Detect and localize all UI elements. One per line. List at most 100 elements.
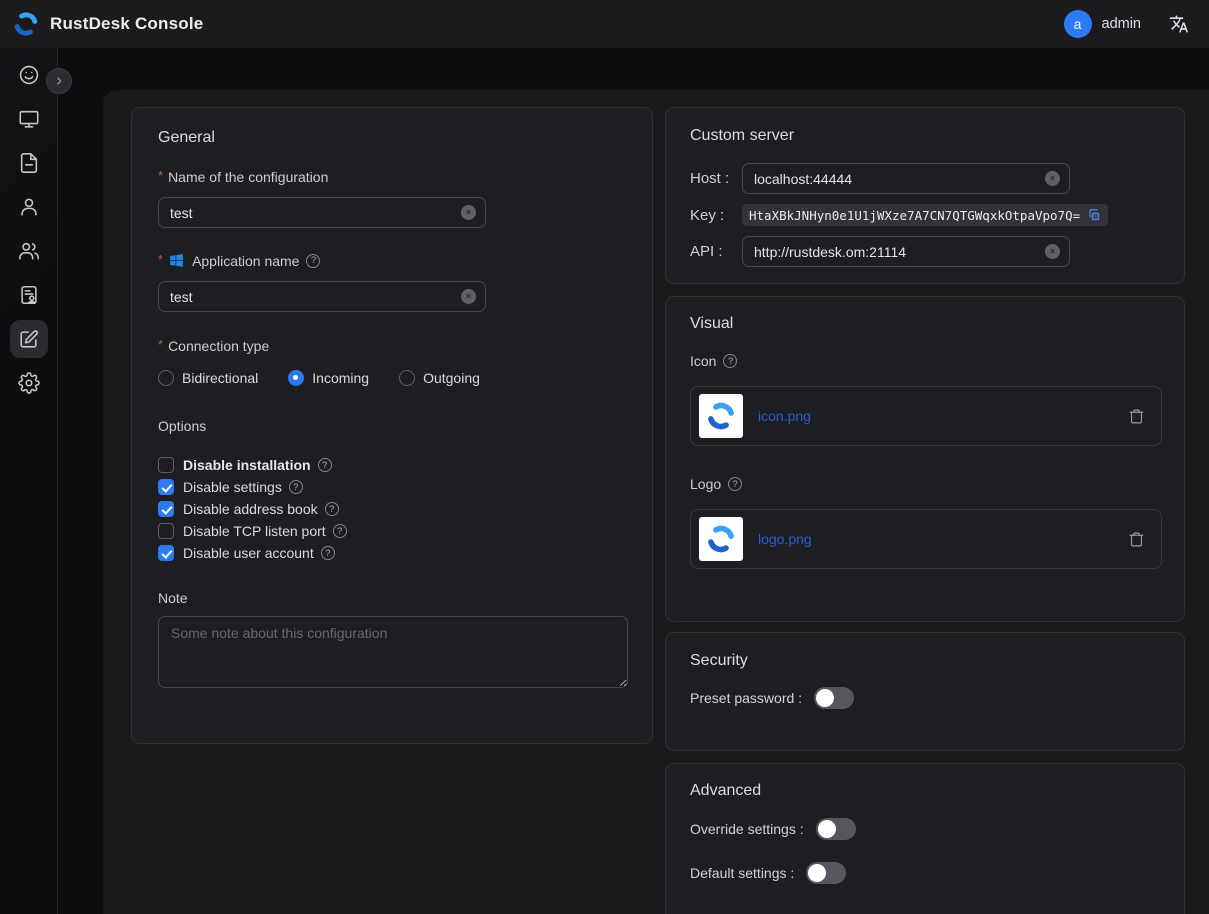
sidebar-item-address-books[interactable] bbox=[10, 276, 48, 314]
radio-incoming[interactable]: Incoming bbox=[288, 370, 369, 386]
help-icon[interactable]: ? bbox=[289, 480, 303, 494]
host-input[interactable]: ✕ bbox=[742, 163, 1070, 194]
api-field[interactable] bbox=[754, 244, 1045, 260]
clear-icon[interactable]: ✕ bbox=[1045, 171, 1060, 186]
help-icon[interactable]: ? bbox=[728, 477, 742, 491]
help-icon[interactable]: ? bbox=[333, 524, 347, 538]
sidebar-item-logs[interactable] bbox=[10, 144, 48, 182]
sidebar-item-settings[interactable] bbox=[10, 364, 48, 402]
checkbox-disable-installation[interactable]: Disable installation ? bbox=[158, 454, 626, 476]
default-settings-label: Default settings : bbox=[690, 865, 794, 881]
brand: RustDesk Console bbox=[12, 10, 203, 38]
chevron-right-icon bbox=[52, 74, 66, 88]
radio-icon[interactable] bbox=[288, 370, 304, 386]
sidebar-item-dashboard[interactable] bbox=[10, 56, 48, 94]
logo-file-link[interactable]: logo.png bbox=[758, 531, 812, 547]
security-title: Security bbox=[690, 652, 1160, 670]
translate-icon bbox=[1169, 14, 1189, 34]
sidebar bbox=[0, 48, 58, 914]
edit-icon bbox=[18, 328, 40, 350]
logo-label: Logo ? bbox=[690, 476, 1160, 492]
advanced-card: Advanced Override settings : Default set… bbox=[665, 763, 1185, 914]
rustdesk-logo-icon bbox=[705, 400, 737, 432]
icon-file-row: icon.png bbox=[690, 386, 1162, 446]
translate-button[interactable] bbox=[1169, 14, 1189, 34]
user-avatar[interactable]: a bbox=[1064, 10, 1092, 38]
clear-icon[interactable]: ✕ bbox=[461, 289, 476, 304]
sidebar-item-devices[interactable] bbox=[10, 100, 48, 138]
checkbox-icon[interactable] bbox=[158, 501, 174, 517]
top-navbar: RustDesk Console a admin bbox=[0, 0, 1209, 48]
custom-server-card: Custom server Host : ✕ Key : HtaXBkJNHyn… bbox=[665, 107, 1185, 284]
note-textarea[interactable] bbox=[158, 616, 628, 688]
monitor-icon bbox=[18, 108, 40, 130]
api-label: API : bbox=[690, 243, 742, 260]
trash-icon bbox=[1128, 531, 1145, 548]
note-label: Note bbox=[158, 590, 626, 606]
sidebar-expand-button[interactable] bbox=[46, 68, 72, 94]
audit-doc-icon bbox=[18, 284, 40, 306]
clear-icon[interactable]: ✕ bbox=[461, 205, 476, 220]
preset-password-toggle[interactable] bbox=[814, 687, 854, 709]
app-name-label: * Application name ? bbox=[158, 252, 626, 269]
radio-icon[interactable] bbox=[399, 370, 415, 386]
checkbox-disable-address-book[interactable]: Disable address book ? bbox=[158, 498, 626, 520]
server-key-chip: HtaXBkJNHyn0e1U1jWXze7A7CN7QTGWqxkOtpaVp… bbox=[742, 204, 1108, 226]
username[interactable]: admin bbox=[1102, 16, 1142, 32]
help-icon[interactable]: ? bbox=[723, 354, 737, 368]
checkbox-disable-tcp-listen-port[interactable]: Disable TCP listen port ? bbox=[158, 520, 626, 542]
radio-icon[interactable] bbox=[158, 370, 174, 386]
config-name-field[interactable] bbox=[170, 205, 461, 221]
help-icon[interactable]: ? bbox=[325, 502, 339, 516]
radio-bidirectional[interactable]: Bidirectional bbox=[158, 370, 258, 386]
icon-preview bbox=[699, 394, 743, 438]
sidebar-item-groups[interactable] bbox=[10, 232, 48, 270]
help-icon[interactable]: ? bbox=[321, 546, 335, 560]
icon-label: Icon ? bbox=[690, 353, 1160, 369]
help-icon[interactable]: ? bbox=[306, 254, 320, 268]
general-card: General * Name of the configuration ✕ * … bbox=[131, 107, 653, 744]
rustdesk-logo-icon bbox=[705, 523, 737, 555]
app-name-input[interactable]: ✕ bbox=[158, 281, 486, 312]
advanced-title: Advanced bbox=[690, 782, 1160, 800]
api-input[interactable]: ✕ bbox=[742, 236, 1070, 267]
delete-icon-button[interactable] bbox=[1128, 408, 1145, 425]
server-key-value: HtaXBkJNHyn0e1U1jWXze7A7CN7QTGWqxkOtpaVp… bbox=[749, 208, 1080, 223]
smile-icon bbox=[18, 64, 40, 86]
checkbox-icon[interactable] bbox=[158, 479, 174, 495]
visual-title: Visual bbox=[690, 315, 1160, 333]
host-field[interactable] bbox=[754, 171, 1045, 187]
visual-card: Visual Icon ? icon.png Logo ? bbox=[665, 296, 1185, 622]
file-text-icon bbox=[18, 152, 40, 174]
rustdesk-logo-icon bbox=[12, 10, 40, 38]
copy-icon bbox=[1087, 208, 1101, 222]
icon-file-link[interactable]: icon.png bbox=[758, 408, 811, 424]
windows-icon bbox=[168, 252, 185, 269]
config-name-input[interactable]: ✕ bbox=[158, 197, 486, 228]
app-name-field[interactable] bbox=[170, 289, 461, 305]
help-icon[interactable]: ? bbox=[318, 458, 332, 472]
logo-preview bbox=[699, 517, 743, 561]
override-settings-toggle[interactable] bbox=[816, 818, 856, 840]
connection-type-group: Bidirectional Incoming Outgoing bbox=[158, 370, 626, 386]
radio-outgoing[interactable]: Outgoing bbox=[399, 370, 480, 386]
content-panel: General * Name of the configuration ✕ * … bbox=[103, 90, 1209, 914]
checkbox-disable-user-account[interactable]: Disable user account ? bbox=[158, 542, 626, 564]
trash-icon bbox=[1128, 408, 1145, 425]
delete-logo-button[interactable] bbox=[1128, 531, 1145, 548]
checkbox-icon[interactable] bbox=[158, 545, 174, 561]
sidebar-item-users[interactable] bbox=[10, 188, 48, 226]
config-name-label: * Name of the configuration bbox=[158, 169, 626, 185]
checkbox-icon[interactable] bbox=[158, 457, 174, 473]
sidebar-item-custom-clients[interactable] bbox=[10, 320, 48, 358]
custom-server-title: Custom server bbox=[690, 127, 1160, 145]
checkbox-disable-settings[interactable]: Disable settings ? bbox=[158, 476, 626, 498]
checkbox-icon[interactable] bbox=[158, 523, 174, 539]
copy-key-button[interactable] bbox=[1087, 208, 1101, 222]
required-marker: * bbox=[158, 171, 163, 181]
clear-icon[interactable]: ✕ bbox=[1045, 244, 1060, 259]
user-icon bbox=[18, 196, 40, 218]
default-settings-toggle[interactable] bbox=[806, 862, 846, 884]
gear-icon bbox=[18, 372, 40, 394]
host-label: Host : bbox=[690, 170, 742, 187]
